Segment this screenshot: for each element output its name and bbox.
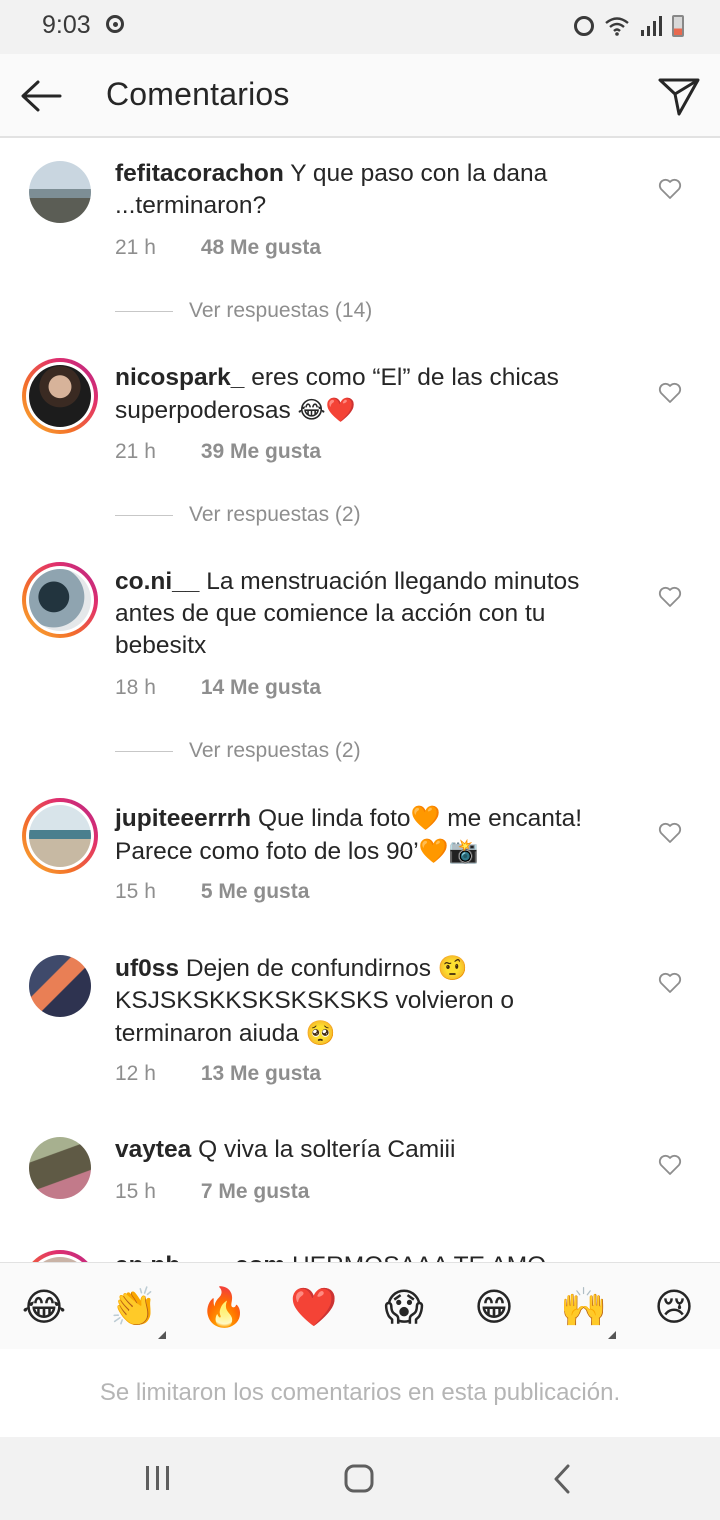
emoji-grin-button[interactable]: 😁 [470, 1283, 518, 1331]
comment-username[interactable]: fefitacorachon [115, 160, 284, 187]
comment-emoji: 🥺 [305, 1019, 336, 1047]
back-arrow-icon[interactable] [16, 74, 66, 118]
status-icons [574, 13, 684, 39]
comment-username[interactable]: co.ni__ [115, 568, 199, 595]
view-replies-button[interactable]: Ver respuestas (2) [115, 503, 361, 527]
comment-time: 21 h [115, 236, 156, 259]
story-ring-gap [26, 566, 94, 634]
heart-outline-icon[interactable] [658, 972, 682, 994]
story-ring[interactable] [22, 798, 98, 874]
avatar[interactable] [29, 161, 91, 223]
alarm-icon [574, 16, 594, 36]
comment-likes[interactable]: 39 Me gusta [201, 440, 321, 463]
comment-likes[interactable]: 14 Me gusta [201, 676, 321, 699]
comment-emoji: 🧡📸 [418, 837, 479, 865]
system-nav-bar [0, 1437, 720, 1520]
app-header: Comentarios [0, 54, 720, 138]
story-ring-gap [26, 362, 94, 430]
comment-meta: 15 h 5 Me gusta [115, 880, 309, 904]
avatar[interactable] [29, 955, 91, 1017]
story-ring-gap [26, 802, 94, 870]
heart-outline-icon[interactable] [658, 822, 682, 844]
comment-list[interactable]: fefitacorachon Y que paso con la dana ..… [0, 138, 720, 1262]
page-title: Comentarios [106, 76, 290, 112]
comment-text: jupiteeerrrh Que linda foto🧡 me encanta!… [115, 802, 635, 868]
replies-divider [115, 750, 173, 752]
comment-username[interactable]: nicospark_ [115, 364, 244, 391]
comment-emoji: 🤨 [437, 954, 468, 982]
comment-meta: 12 h 13 Me gusta [115, 1062, 321, 1086]
comment-time: 15 h [115, 1180, 156, 1203]
avatar [29, 365, 91, 427]
comment-likes[interactable]: 7 Me gusta [201, 1180, 310, 1203]
heart-outline-icon[interactable] [658, 382, 682, 404]
story-ring[interactable] [22, 1250, 98, 1262]
skin-tone-indicator [158, 1331, 166, 1339]
story-ring-gap [26, 1254, 94, 1262]
comment-likes[interactable]: 48 Me gusta [201, 236, 321, 259]
emoji-cry-button[interactable]: 😢 [650, 1283, 698, 1331]
story-ring[interactable] [22, 358, 98, 434]
emoji-fire-button[interactable]: 🔥 [200, 1283, 248, 1331]
replies-divider [115, 514, 173, 516]
recent-apps-icon[interactable] [140, 1464, 176, 1494]
emoji-joy-button[interactable]: 😂 [20, 1283, 68, 1331]
comment-username[interactable]: vaytea [115, 1136, 191, 1163]
comment-body: Q viva la soltería Camiii [198, 1136, 456, 1163]
view-replies-button[interactable]: Ver respuestas (14) [115, 299, 372, 323]
quick-emoji-bar: 😂 👏 🔥 ❤️ 😱 😁 🙌 😢 [0, 1262, 720, 1350]
avatar [29, 805, 91, 867]
avatar [29, 569, 91, 631]
emoji-clap-button[interactable]: 👏 [110, 1283, 158, 1331]
comment-meta: 18 h 14 Me gusta [115, 676, 321, 700]
view-replies-button[interactable]: Ver respuestas (2) [115, 739, 361, 763]
comment-text: vaytea Q viva la soltería Camiii [115, 1134, 635, 1166]
comment-body: HERMOSAAA TE AMO [292, 1252, 546, 1262]
comment-meta: 21 h 39 Me gusta [115, 440, 321, 464]
comment-time: 12 h [115, 1062, 156, 1085]
heart-outline-icon[interactable] [658, 1154, 682, 1176]
comment-meta: 15 h 7 Me gusta [115, 1180, 309, 1204]
view-replies-label: Ver respuestas (2) [189, 503, 361, 526]
comment-time: 15 h [115, 880, 156, 903]
heart-outline-icon[interactable] [658, 586, 682, 608]
story-ring[interactable] [22, 562, 98, 638]
home-icon[interactable] [341, 1464, 377, 1494]
view-replies-label: Ver respuestas (2) [189, 739, 361, 762]
wifi-icon [605, 17, 629, 36]
comment-likes[interactable]: 13 Me gusta [201, 1062, 321, 1085]
emoji-raised-hands-button[interactable]: 🙌 [560, 1283, 608, 1331]
comment-body: Dejen de confundirnos [185, 955, 431, 982]
back-nav-icon[interactable] [544, 1464, 580, 1494]
comment-meta: 21 h 48 Me gusta [115, 236, 321, 260]
comment-time: 18 h [115, 676, 156, 699]
comment-likes[interactable]: 5 Me gusta [201, 880, 310, 903]
comments-limited-notice: Se limitaron los comentarios en esta pub… [0, 1349, 720, 1437]
replies-divider [115, 310, 173, 312]
status-time: 9:03 [42, 11, 91, 39]
comment-time: 21 h [115, 440, 156, 463]
comment-text: co.ni__ La menstruación llegando minutos… [115, 566, 635, 662]
sync-icon [106, 15, 124, 33]
battery-icon [672, 15, 684, 37]
comment-emoji: 😂❤️ [297, 396, 356, 424]
comment-username[interactable]: uf0ss [115, 955, 179, 982]
emoji-scream-button[interactable]: 😱 [380, 1283, 428, 1331]
comment-text: nicospark_ eres como “El” de las chicas … [115, 362, 635, 427]
skin-tone-indicator [608, 1331, 616, 1339]
comment-text: uf0ss Dejen de confundirnos 🤨 KSJSKSKKSK… [115, 952, 635, 1050]
emoji-heart-button[interactable]: ❤️ [290, 1283, 338, 1331]
heart-outline-icon[interactable] [658, 178, 682, 200]
comment-emoji: 🧡 [410, 804, 441, 832]
comment-text: an.ph____com HERMOSAAA TE AMO [115, 1250, 635, 1262]
comment-username[interactable]: jupiteeerrrh [115, 805, 251, 832]
view-replies-label: Ver respuestas (14) [189, 299, 373, 322]
comment-body: Que linda foto [257, 805, 411, 832]
paper-plane-icon[interactable] [656, 74, 702, 118]
comment-username[interactable]: an.ph____com [115, 1252, 285, 1262]
signal-icon [641, 16, 662, 36]
avatar[interactable] [29, 1137, 91, 1199]
status-bar: 9:03 [0, 0, 720, 54]
comment-text: fefitacorachon Y que paso con la dana ..… [115, 158, 635, 222]
